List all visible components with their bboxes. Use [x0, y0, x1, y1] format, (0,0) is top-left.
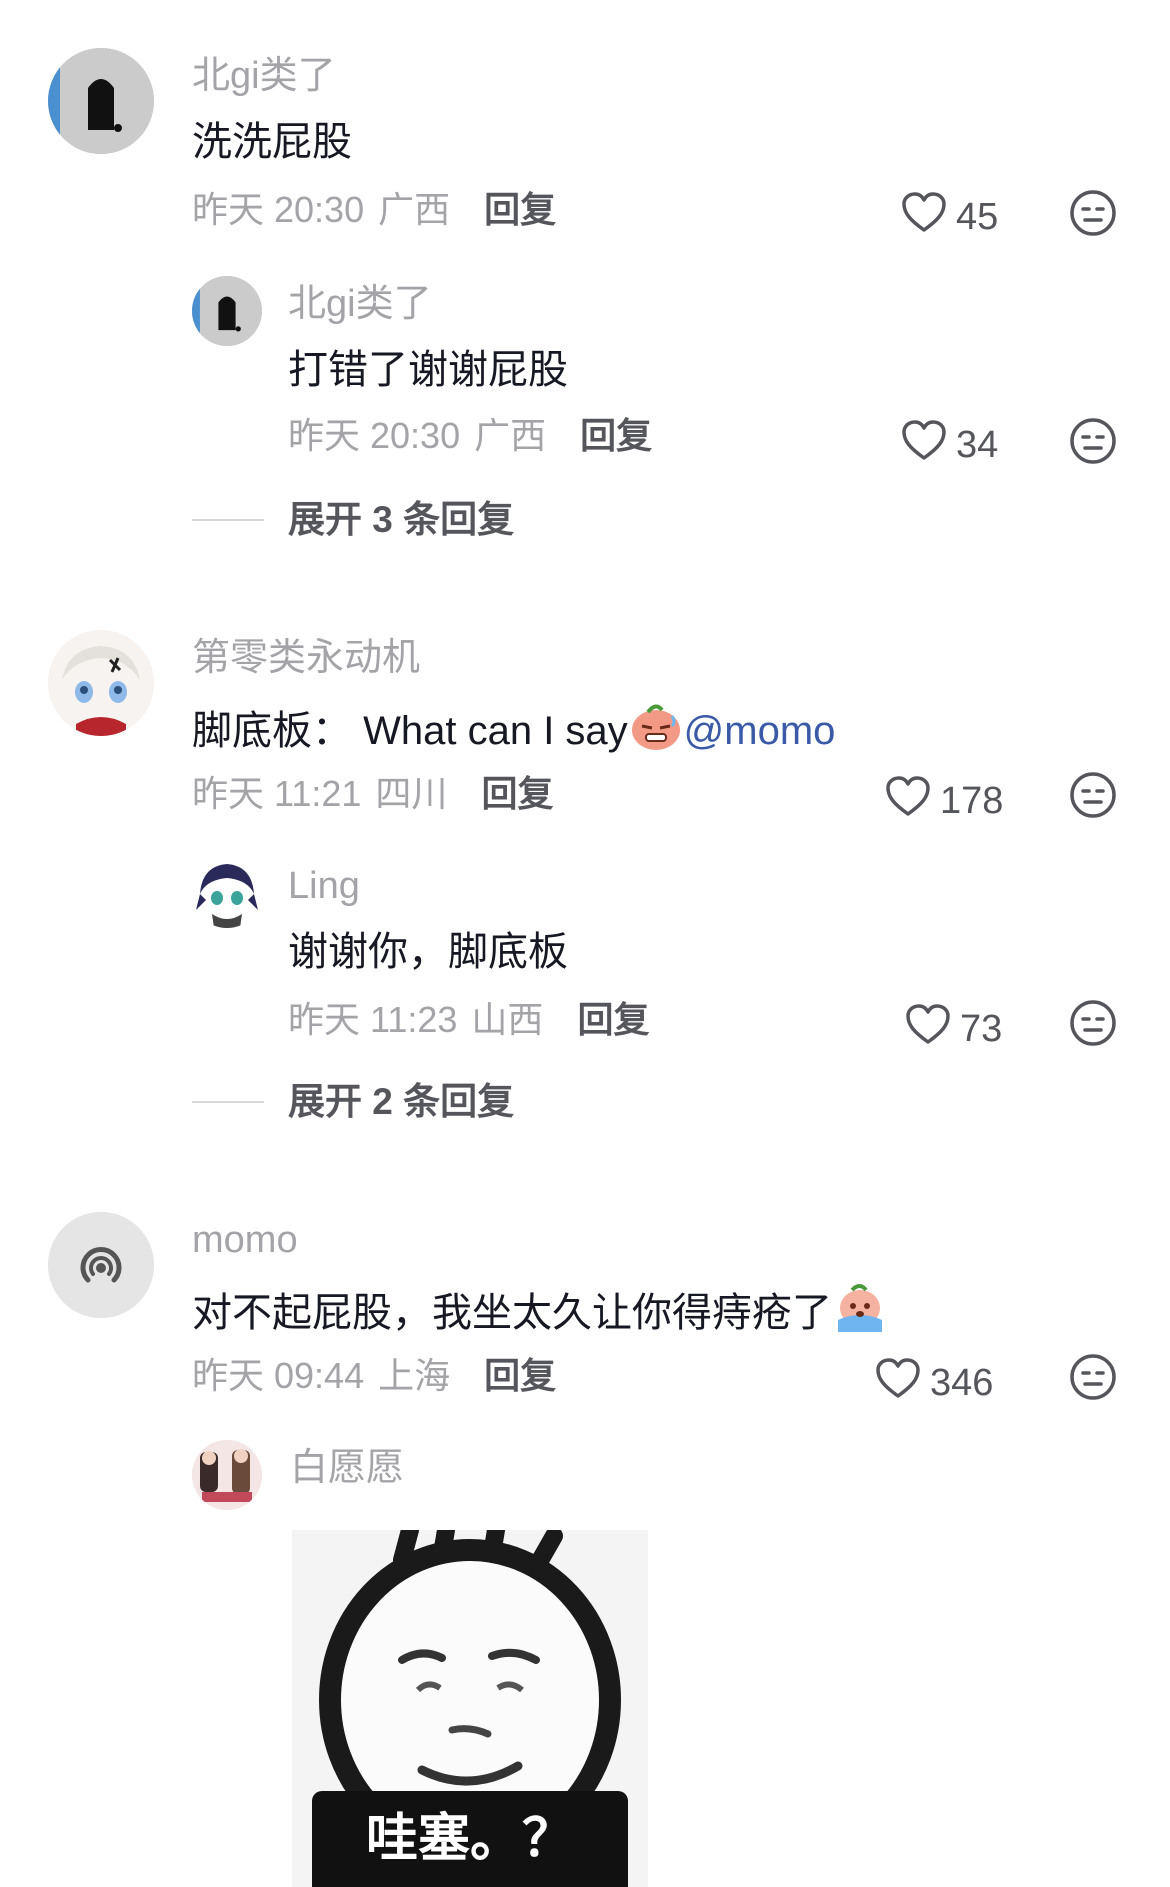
reply-username[interactable]: 白愿愿	[290, 1444, 404, 1492]
comment-text: 脚底板： What can I say @momo	[192, 698, 835, 757]
reply-button[interactable]: 回复	[484, 188, 556, 232]
reply-text: 打错了谢谢屁股	[288, 348, 568, 392]
comment-location: 上海	[378, 1355, 451, 1396]
divider	[192, 519, 264, 521]
expand-replies[interactable]: 展开 2 条回复	[192, 1080, 514, 1124]
sticker-image[interactable]: 哇塞。？	[292, 1530, 648, 1887]
comment-text-main: 脚底板： What can I say	[192, 709, 628, 753]
comment-username[interactable]: momo	[192, 1216, 298, 1264]
avatar[interactable]	[48, 1212, 154, 1318]
avatar[interactable]	[48, 630, 154, 736]
reply-username[interactable]: 北gi类了	[288, 280, 432, 328]
heart-outline-icon	[900, 418, 948, 472]
divider	[192, 1101, 264, 1103]
reply-avatar[interactable]	[192, 858, 262, 928]
expand-replies[interactable]: 展开 3 条回复	[192, 498, 514, 542]
comment-time: 昨天 20:30	[192, 189, 365, 230]
comment-username[interactable]: 北gi类了	[192, 52, 336, 100]
reply-username[interactable]: Ling	[288, 862, 360, 910]
like-count: 178	[940, 780, 1004, 822]
like-button[interactable]: 34	[900, 418, 998, 472]
meh-face-icon	[1068, 188, 1118, 238]
dislike-button[interactable]	[1068, 770, 1118, 820]
dislike-button[interactable]	[1068, 998, 1118, 1048]
heart-outline-icon	[904, 1002, 952, 1056]
like-button[interactable]: 73	[904, 1002, 1002, 1056]
mention-link[interactable]: @momo	[684, 709, 836, 753]
reply-button[interactable]: 回复	[484, 1354, 556, 1398]
comment-text: 洗洗屁股	[192, 120, 352, 164]
dislike-button[interactable]	[1068, 1352, 1118, 1402]
sweating-face-emoji-icon	[628, 704, 684, 753]
comment-location: 四川	[375, 773, 448, 814]
dislike-button[interactable]	[1068, 188, 1118, 238]
comment-time: 昨天 11:21	[192, 773, 362, 814]
reply-time: 昨天 20:30	[288, 415, 461, 456]
meh-face-icon	[1068, 998, 1118, 1048]
like-button[interactable]: 178	[884, 774, 1003, 828]
like-button[interactable]: 346	[874, 1356, 993, 1410]
comment-text-main: 对不起屁股，我坐太久让你得痔疮了	[192, 1291, 832, 1335]
reply-location: 广西	[474, 415, 547, 456]
like-count: 45	[956, 196, 999, 238]
meh-face-icon	[1068, 416, 1118, 466]
heart-outline-icon	[900, 190, 948, 244]
sticker-caption: 哇塞。？	[312, 1791, 628, 1887]
heart-outline-icon	[874, 1356, 922, 1410]
comment-time: 昨天 09:44	[192, 1355, 365, 1396]
heart-outline-icon	[884, 774, 932, 828]
reply-text: 谢谢你，脚底板	[288, 930, 568, 974]
comment-username[interactable]: 第零类永动机	[192, 634, 420, 682]
reply-button[interactable]: 回复	[577, 998, 649, 1042]
like-count: 34	[956, 424, 999, 466]
reply-button[interactable]: 回复	[481, 772, 553, 816]
avatar[interactable]	[48, 48, 154, 154]
reply-location: 山西	[471, 999, 544, 1040]
expand-replies-label: 展开 3 条回复	[288, 499, 515, 540]
comment-text: 对不起屁股，我坐太久让你得痔疮了	[192, 1280, 888, 1339]
meh-face-icon	[1068, 1352, 1118, 1402]
reply-avatar[interactable]	[192, 276, 262, 346]
meh-face-icon	[1068, 770, 1118, 820]
expand-replies-label: 展开 2 条回复	[288, 1081, 515, 1122]
like-button[interactable]: 45	[900, 190, 998, 244]
comment-location: 广西	[378, 189, 451, 230]
like-count: 73	[960, 1008, 1003, 1050]
reply-avatar[interactable]	[192, 1440, 262, 1510]
reply-button[interactable]: 回复	[580, 414, 652, 458]
like-count: 346	[930, 1362, 994, 1404]
crying-face-emoji-icon	[832, 1284, 888, 1335]
reply-time: 昨天 11:23	[288, 999, 458, 1040]
dislike-button[interactable]	[1068, 416, 1118, 466]
